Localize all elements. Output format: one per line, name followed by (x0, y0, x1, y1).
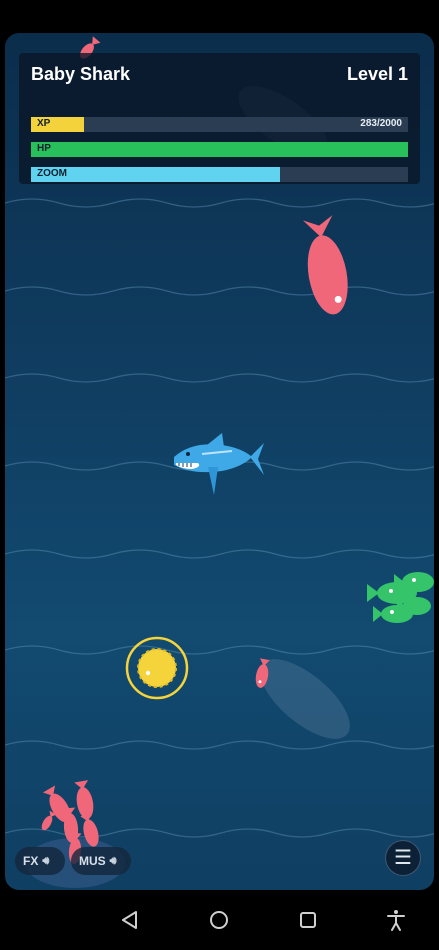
accessibility-icon[interactable] (384, 908, 408, 932)
zoom-bar-fill (31, 167, 280, 182)
back-triangle-icon[interactable] (118, 908, 142, 932)
wave-line (5, 373, 434, 383)
level-indicator: Level 1 (346, 64, 408, 84)
xp-value: 283/2000 (360, 118, 402, 129)
player-shark (174, 433, 264, 495)
zoom-bar: ZOOM (31, 167, 408, 182)
hp-bar-fill (31, 142, 408, 157)
hud-panel: Baby Shark Level 1 XP 283/2000 HP ZOOM (19, 53, 420, 184)
recents-square-icon[interactable] (296, 908, 320, 932)
wave-line (5, 740, 434, 750)
music-toggle-button[interactable]: MUS 🔊︎ (71, 847, 131, 875)
home-circle-icon[interactable] (207, 908, 231, 932)
xp-bar: XP 283/2000 (31, 117, 408, 132)
wave-line (5, 645, 434, 655)
player-name: Baby Shark (31, 64, 131, 84)
menu-button[interactable]: ☰ (385, 840, 421, 876)
wave-line (5, 286, 434, 296)
system-navigation-bar (0, 890, 439, 950)
wave-line (5, 549, 434, 559)
wave-line (5, 198, 434, 208)
mus-label: MUS (79, 854, 106, 868)
xp-label: XP (37, 118, 51, 129)
big-pink-fish (302, 215, 348, 315)
fx-label: FX (23, 854, 39, 868)
hamburger-menu-icon: ☰ (394, 847, 412, 869)
phone-screen: Baby Shark Level 1 XP 283/2000 HP ZOOM F… (0, 0, 439, 950)
game-area[interactable]: Baby Shark Level 1 XP 283/2000 HP ZOOM F… (5, 33, 434, 890)
green-fish-school (367, 572, 434, 623)
hp-bar: HP (31, 142, 408, 157)
hp-label: HP (37, 143, 51, 154)
speaker-icon: 🔊︎ (109, 854, 117, 867)
zoom-label: ZOOM (37, 168, 67, 179)
speaker-icon: 🔊︎ (42, 854, 50, 867)
fx-toggle-button[interactable]: FX 🔊︎ (15, 847, 65, 875)
